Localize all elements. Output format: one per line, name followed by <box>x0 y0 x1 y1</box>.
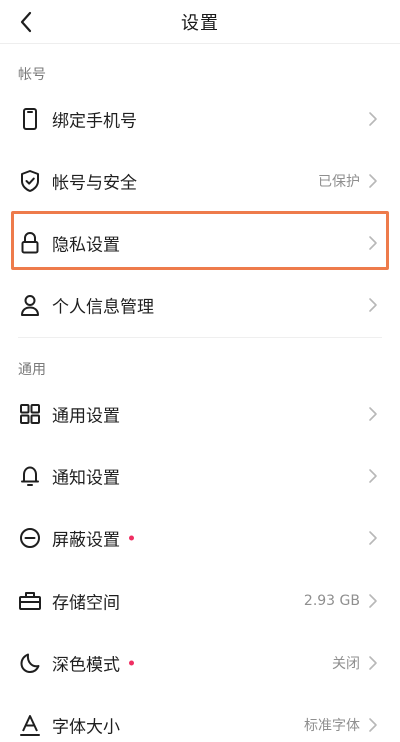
section-label-general: 通用 <box>18 362 46 378</box>
row-privacy-settings[interactable]: 隐私设置 <box>0 212 400 274</box>
chevron-right-icon <box>369 298 377 312</box>
user-icon <box>18 293 42 317</box>
chevron-left-icon <box>20 11 32 33</box>
security-status: 已保护 <box>318 174 360 190</box>
row-label: 通用设置 <box>52 406 120 427</box>
section-label-account: 帐号 <box>18 67 46 83</box>
row-dark-mode[interactable]: 深色模式 关闭 <box>0 632 400 694</box>
row-block-settings[interactable]: 屏蔽设置 <box>0 507 400 569</box>
font-size-value: 标准字体 <box>304 718 360 734</box>
shield-check-icon <box>18 169 42 193</box>
row-general-settings[interactable]: 通用设置 <box>0 383 400 445</box>
page-title: 设置 <box>181 12 219 34</box>
section-divider <box>18 337 382 338</box>
chevron-right-icon <box>369 594 377 608</box>
chevron-right-icon <box>369 112 377 126</box>
row-label: 绑定手机号 <box>52 111 137 132</box>
row-label-text: 深色模式 <box>52 655 120 676</box>
chevron-right-icon <box>369 531 377 545</box>
chevron-right-icon <box>369 469 377 483</box>
row-label: 个人信息管理 <box>52 297 154 318</box>
dark-mode-status: 关闭 <box>332 656 360 672</box>
row-label: 深色模式 <box>52 651 134 676</box>
settings-screen: 设置 帐号 绑定手机号 帐号与安全 已保护 隐私设置 个人信息管理 通用 通用设… <box>0 0 400 742</box>
chevron-right-icon <box>369 174 377 188</box>
storage-box-icon <box>18 589 42 613</box>
phone-icon <box>18 107 42 131</box>
row-font-size[interactable]: 字体大小 标准字体 <box>0 694 400 742</box>
row-label: 存储空间 <box>52 593 120 614</box>
chevron-right-icon <box>369 656 377 670</box>
row-notification-settings[interactable]: 通知设置 <box>0 445 400 507</box>
grid-icon <box>18 402 42 426</box>
row-label: 字体大小 <box>52 717 120 738</box>
row-bind-phone[interactable]: 绑定手机号 <box>0 88 400 150</box>
bell-icon <box>18 464 42 488</box>
lock-icon <box>18 231 42 255</box>
row-storage[interactable]: 存储空间 2.93 GB <box>0 570 400 632</box>
row-account-security[interactable]: 帐号与安全 已保护 <box>0 150 400 212</box>
back-button[interactable] <box>12 8 40 36</box>
row-label: 帐号与安全 <box>52 173 137 194</box>
notification-dot <box>129 660 134 666</box>
chevron-right-icon <box>369 718 377 732</box>
top-bar: 设置 <box>0 0 400 44</box>
storage-size: 2.93 GB <box>303 593 360 609</box>
row-label-text: 屏蔽设置 <box>52 530 120 551</box>
font-size-icon <box>18 713 42 737</box>
moon-icon <box>18 651 42 675</box>
row-label: 隐私设置 <box>52 235 120 256</box>
row-label: 屏蔽设置 <box>52 526 134 551</box>
row-personal-info[interactable]: 个人信息管理 <box>0 274 400 336</box>
block-icon <box>18 526 42 550</box>
row-label: 通知设置 <box>52 468 120 489</box>
chevron-right-icon <box>369 407 377 421</box>
notification-dot <box>129 535 134 541</box>
chevron-right-icon <box>369 236 377 250</box>
